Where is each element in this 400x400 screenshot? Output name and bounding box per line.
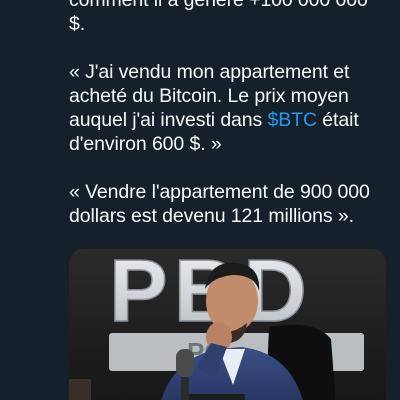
- video-thumbnail: PBD PO T: [69, 249, 386, 400]
- tweet-paragraph-1: comment il a généré +100 000 000 $.: [69, 0, 368, 35]
- tweet-paragraph-3: « Vendre l'appartement de 900 000 dollar…: [69, 181, 370, 227]
- btc-cashtag-link[interactable]: $BTC: [268, 109, 318, 131]
- tweet-paragraph-2: « J'ai vendu mon appartement et acheté d…: [69, 60, 389, 156]
- tweet-text: comment il a généré +100 000 000 $. « J'…: [69, 0, 389, 228]
- tweet-media-video[interactable]: PBD PO T: [69, 249, 386, 400]
